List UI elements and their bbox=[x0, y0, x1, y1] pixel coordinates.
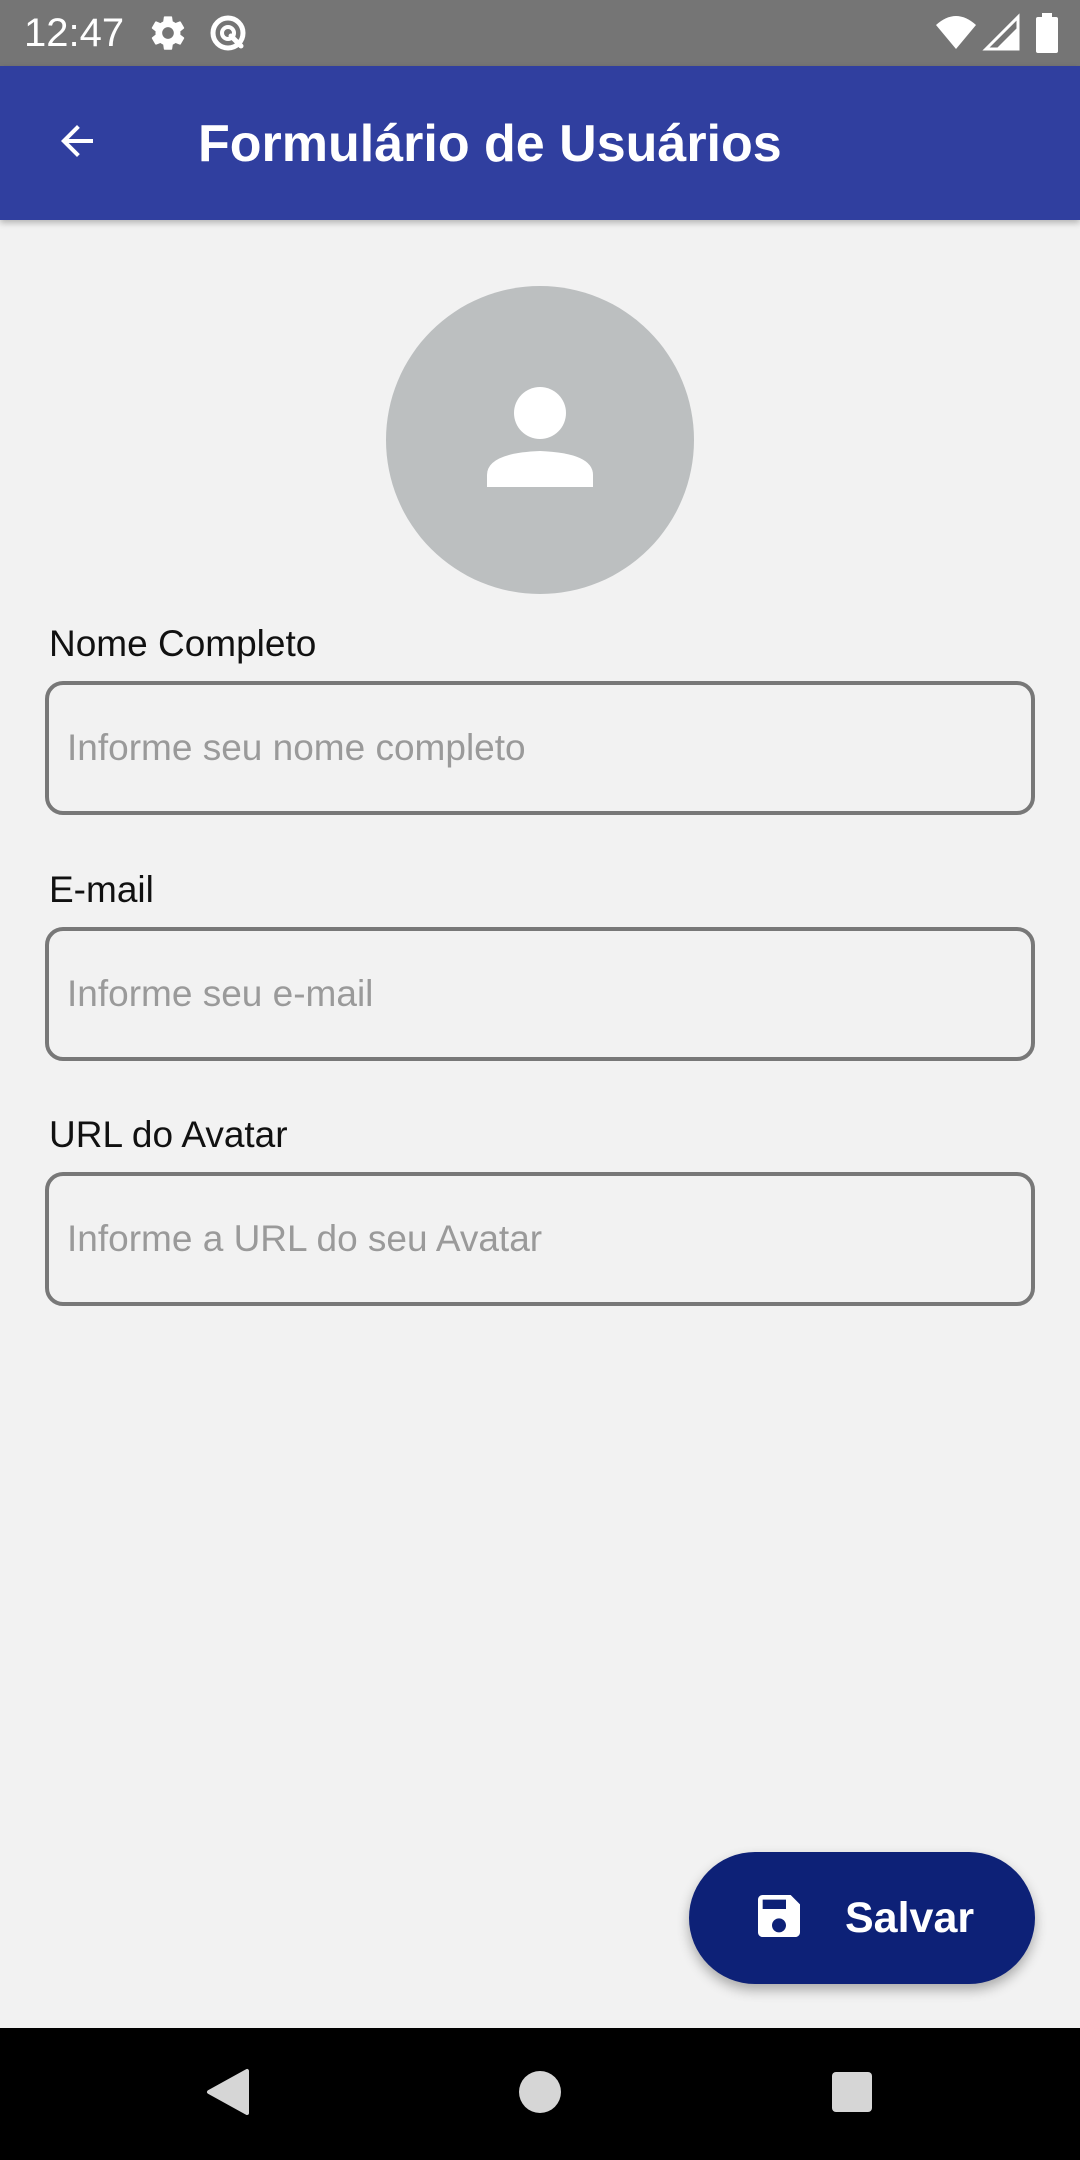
wifi-icon bbox=[934, 13, 978, 53]
status-bar: 12:47 bbox=[0, 0, 1080, 66]
data-saver-icon bbox=[208, 13, 248, 53]
recents-square-icon bbox=[830, 2070, 874, 2119]
back-button[interactable] bbox=[36, 102, 118, 184]
page-title: Formulário de Usuários bbox=[198, 115, 782, 173]
settings-icon bbox=[148, 13, 188, 53]
arrow-back-icon bbox=[53, 117, 101, 170]
full-name-label: Nome Completo bbox=[49, 623, 317, 664]
person-icon bbox=[485, 383, 595, 498]
system-nav-bar bbox=[0, 2028, 1080, 2160]
email-input[interactable] bbox=[45, 927, 1035, 1061]
save-icon bbox=[751, 1888, 807, 1949]
email-label: E-mail bbox=[49, 869, 154, 910]
avatar-url-label: URL do Avatar bbox=[49, 1114, 288, 1155]
nav-recents-button[interactable] bbox=[824, 2066, 880, 2122]
save-button-label: Salvar bbox=[845, 1893, 975, 1942]
status-time: 12:47 bbox=[24, 11, 125, 55]
avatar-url-input[interactable] bbox=[45, 1172, 1035, 1306]
nav-back-button[interactable] bbox=[200, 2066, 256, 2122]
nav-home-button[interactable] bbox=[512, 2066, 568, 2122]
avatar bbox=[386, 286, 694, 594]
signal-icon bbox=[982, 13, 1022, 53]
save-button[interactable]: Salvar bbox=[689, 1852, 1035, 1984]
back-triangle-icon bbox=[205, 2067, 251, 2122]
full-name-input[interactable] bbox=[45, 681, 1035, 815]
battery-icon bbox=[1034, 13, 1060, 53]
home-circle-icon bbox=[517, 2069, 563, 2120]
app-bar: Formulário de Usuários bbox=[0, 66, 1080, 220]
